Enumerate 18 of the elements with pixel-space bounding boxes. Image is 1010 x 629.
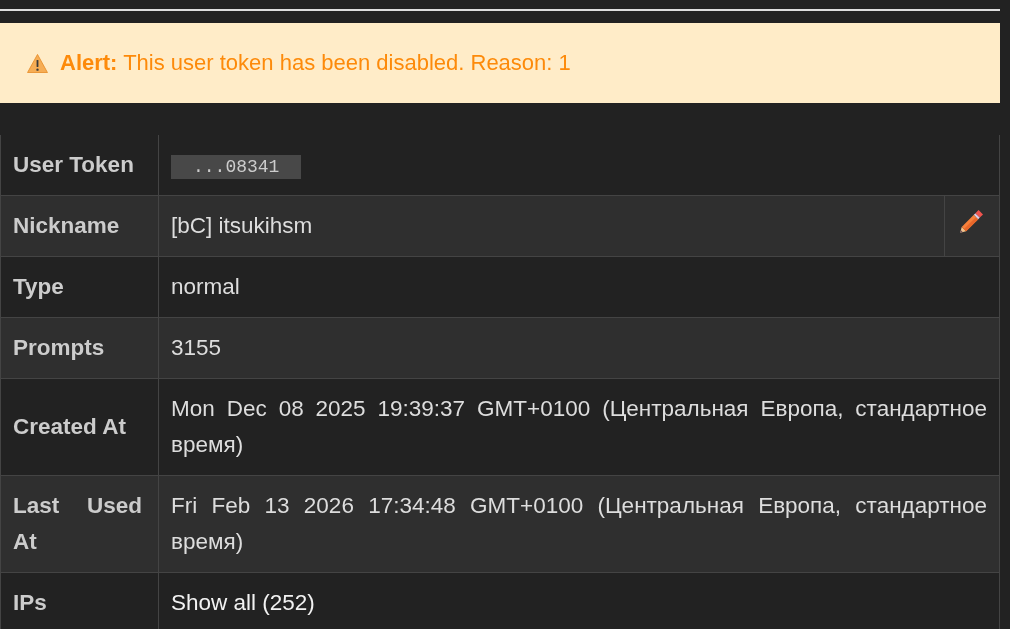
show-all-link[interactable]: Show all (252)	[171, 590, 315, 615]
table-cell: normal	[158, 256, 1000, 318]
field-label: Created At	[0, 378, 159, 476]
token-code: ...08341	[171, 155, 302, 179]
table-cell: Mon Dec 08 2025 19:39:37 GMT+0100 (Центральная Европа, стандартное время)	[158, 378, 1000, 476]
alert-message: Alert: This user token has been disabled. Reason: 1	[60, 49, 571, 77]
field-label: Nickname	[0, 195, 159, 257]
field-label: User Token	[0, 135, 159, 196]
field-label: Last Used At	[0, 475, 159, 573]
warning-icon	[27, 53, 48, 73]
field-label: IPs	[0, 572, 159, 629]
field-label: Prompts	[0, 317, 159, 379]
table-cell: Fri Feb 13 2026 17:34:48 GMT+0100 (Центральная Европа, стандартное время)	[158, 475, 1000, 573]
edit-button[interactable]	[960, 210, 984, 233]
table-cell: [bC] itsukihsm	[158, 195, 945, 257]
field-label: Type	[0, 256, 159, 318]
pencil-icon	[960, 210, 984, 233]
table-cell: 3155	[158, 317, 1000, 379]
